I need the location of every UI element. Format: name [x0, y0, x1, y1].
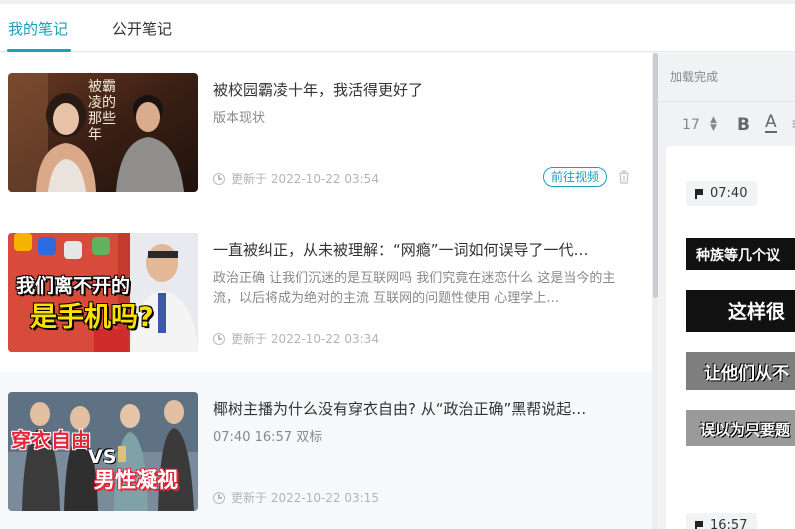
clock-icon	[213, 172, 225, 185]
thumbnail-text-left: 穿衣自由	[11, 428, 91, 452]
screenshot-frame[interactable]: 种族等几个议	[686, 238, 795, 270]
thumbnail-text-line1: 我们离不开的	[16, 275, 131, 297]
editor-content[interactable]: 07:40 种族等几个议 这样很 让他们从不 误以为只要题 16:57	[666, 146, 795, 529]
flag-icon	[695, 520, 703, 529]
thumbnail-text-right: 男性凝视	[94, 468, 178, 492]
note-updated: 更新于 2022-10-22 03:54	[213, 170, 379, 187]
clock-icon	[213, 332, 225, 345]
video-thumbnail[interactable]: 我们离不开的 是手机吗?	[8, 233, 198, 352]
screenshot-frame[interactable]: 让他们从不	[686, 352, 795, 390]
note-updated: 更新于 2022-10-22 03:34	[213, 330, 379, 347]
flag-icon	[695, 188, 703, 199]
note-title[interactable]: 椰树主播为什么没有穿衣自由? 从“政治正确”黑帮说起…	[213, 398, 613, 419]
video-thumbnail[interactable]: 穿衣自由 VS 男性凝视	[8, 392, 198, 511]
tab-my-notes[interactable]: 我的笔记	[8, 18, 68, 39]
go-to-video-button[interactable]: 前往视频	[543, 167, 608, 187]
note-updated-text: 更新于 2022-10-22 03:34	[231, 332, 379, 346]
screenshot-frame[interactable]: 这样很	[686, 290, 795, 332]
note-title[interactable]: 一直被纠正，从未被理解：“网瘾”一词如何误导了一代…	[213, 239, 613, 260]
font-size-stepper-icon[interactable]: ▲ ▼	[710, 116, 717, 133]
clock-icon	[213, 491, 225, 504]
note-updated-text: 更新于 2022-10-22 03:15	[231, 491, 379, 505]
note-item[interactable]: 我们离不开的 是手机吗? 一直被纠正，从未被理解：“网瘾”一词如何误导了一代… …	[0, 213, 652, 371]
tab-public-notes[interactable]: 公开笔记	[112, 18, 172, 39]
screenshot-frame[interactable]: 误以为只要题	[686, 410, 795, 446]
screenshot-subtitle: 让他们从不	[704, 364, 789, 384]
timestamp-text: 07:40	[710, 186, 748, 201]
load-status: 加载完成	[670, 70, 719, 84]
note-title[interactable]: 被校园霸凌十年，我活得更好了	[213, 79, 613, 100]
thumbnail-text-line2: 是手机吗?	[30, 302, 154, 333]
note-description: 版本现状	[213, 111, 266, 126]
video-thumbnail[interactable]: 被霸凌的那些年	[8, 73, 198, 192]
bold-button[interactable]: B	[737, 115, 750, 135]
font-size-value[interactable]: 17	[682, 117, 700, 133]
note-list: 被霸凌的那些年 被校园霸凌十年，我活得更好了 版本现状 更新于 2022-10-…	[0, 53, 652, 529]
text-color-button[interactable]: A	[765, 114, 777, 133]
note-item[interactable]: 被霸凌的那些年 被校园霸凌十年，我活得更好了 版本现状 更新于 2022-10-…	[0, 53, 652, 211]
note-editor-panel: 加载完成 17 ▲▼ B A ≡ 07:40 种族等几个议 这样很 让他们从不 …	[658, 53, 795, 529]
timestamp-tag[interactable]: 16:57	[686, 513, 758, 529]
note-description: 07:40 16:57 双标	[213, 430, 323, 445]
screenshot-subtitle: 种族等几个议	[696, 248, 780, 264]
active-tab-indicator	[7, 49, 71, 52]
note-description: 政治正确 让我们沉迷的是互联网吗 我们究竟在迷恋什么 这是当今的主流，以后将成为…	[213, 271, 616, 306]
timestamp-text: 16:57	[710, 518, 748, 529]
note-updated-text: 更新于 2022-10-22 03:54	[231, 172, 379, 186]
screenshot-subtitle: 这样很	[728, 301, 786, 323]
trash-icon[interactable]	[617, 170, 631, 184]
screenshot-subtitle: 误以为只要题	[700, 421, 791, 439]
editor-toolbar: 17 ▲▼ B A ≡	[658, 101, 795, 145]
list-format-icon[interactable]: ≡	[791, 114, 795, 133]
note-tabs: 我的笔记 公开笔记	[0, 4, 795, 52]
note-item[interactable]: 穿衣自由 VS 男性凝视 椰树主播为什么没有穿衣自由? 从“政治正确”黑帮说起……	[0, 372, 652, 529]
timestamp-tag[interactable]: 07:40	[686, 181, 758, 206]
note-updated: 更新于 2022-10-22 03:15	[213, 489, 379, 506]
thumbnail-title-overlay: 被霸凌的那些年	[88, 79, 116, 143]
